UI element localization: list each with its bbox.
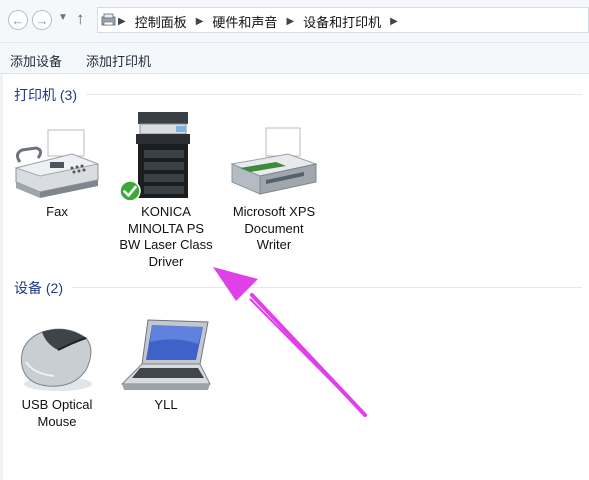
window-left-edge (0, 74, 3, 480)
group-divider (86, 94, 582, 95)
command-bar: 添加设备 添加打印机 (0, 43, 589, 74)
device-label-line: Writer (256, 237, 292, 252)
breadcrumb-separator[interactable]: ▶ (390, 16, 398, 27)
forward-button[interactable]: → (32, 10, 52, 30)
device-label: Microsoft XPS Document Writer (222, 204, 326, 254)
breadcrumb: ▶ 控制面板 ▶ 硬件和声音 ▶ 设备和打印机 ▶ (118, 12, 407, 31)
device-label-line: BW Laser Class (119, 237, 213, 252)
address-bar-area: ← → ▼ ↑ ▶ 控制面板 ▶ 硬件和声音 ▶ 设备和打印机 ▶ (0, 0, 589, 43)
fax-icon (14, 129, 100, 198)
default-printer-check-icon (119, 180, 141, 202)
device-label-line: Fax (46, 204, 68, 219)
device-label-line: Microsoft XPS (232, 204, 316, 219)
breadcrumb-item-hardware-sound[interactable]: 硬件和声音 (212, 12, 277, 31)
breadcrumb-separator[interactable]: ▶ (118, 16, 126, 27)
add-device-button[interactable]: 添加设备 (10, 51, 62, 70)
mouse-icon (20, 328, 92, 391)
devices-group-header[interactable]: 设备 (2) (14, 278, 63, 298)
breadcrumb-item-control-panel[interactable]: 控制面板 (135, 12, 187, 31)
add-printer-button[interactable]: 添加打印机 (86, 51, 151, 70)
device-label: USB Optical Mouse (17, 397, 97, 430)
device-label-line: MINOLTA PS (127, 220, 205, 236)
back-button[interactable]: ← (8, 10, 28, 30)
printers-group-header[interactable]: 打印机 (3) (14, 85, 77, 105)
printer-xps-icon (230, 127, 318, 195)
device-label-line: Document (244, 220, 304, 236)
up-button[interactable]: ↑ (76, 9, 85, 29)
device-label: Fax (27, 204, 87, 221)
device-label-line: USB Optical (21, 397, 93, 412)
recent-locations-dropdown[interactable]: ▼ (58, 12, 68, 23)
breadcrumb-separator[interactable]: ▶ (196, 16, 204, 27)
control-panel-icon (101, 13, 116, 26)
device-label-line: YLL (154, 397, 178, 412)
device-label: YLL (136, 397, 196, 414)
breadcrumb-separator[interactable]: ▶ (286, 16, 294, 27)
arrow-right-icon: → (35, 12, 49, 28)
annotation-arrow-icon (213, 267, 367, 417)
arrow-up-icon: ↑ (76, 9, 85, 28)
device-label-line: KONICA (141, 204, 191, 219)
device-label-line: Mouse (37, 413, 77, 429)
arrow-left-icon: ← (11, 12, 25, 28)
breadcrumb-item-devices-printers[interactable]: 设备和打印机 (303, 12, 381, 31)
address-field[interactable]: ▶ 控制面板 ▶ 硬件和声音 ▶ 设备和打印机 ▶ (97, 7, 589, 33)
